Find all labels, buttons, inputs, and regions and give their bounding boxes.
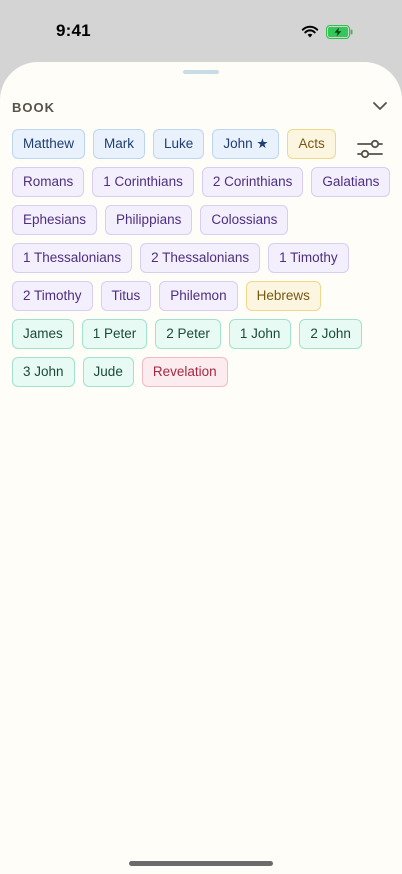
- book-chip[interactable]: Ephesians: [12, 205, 98, 235]
- book-chip[interactable]: Colossians: [200, 205, 289, 235]
- status-bar: 9:41: [0, 0, 402, 62]
- book-chip[interactable]: 2 Peter: [155, 319, 221, 349]
- book-chip[interactable]: James: [12, 319, 74, 349]
- book-chip[interactable]: Jude: [82, 357, 134, 387]
- book-chip[interactable]: 1 Corinthians: [92, 167, 194, 197]
- book-picker-sheet: BOOK Matthew Mark Luke John ★ Acts Romans 1 Co…: [0, 62, 402, 874]
- chip-row: Matthew Mark Luke John ★ Acts: [12, 129, 348, 159]
- chip-row: 3 John Jude Revelation: [12, 357, 348, 387]
- chip-row: 2 Timothy Titus Philemon Hebrews: [12, 281, 348, 311]
- chip-row: Romans 1 Corinthians 2 Corinthians Galatian…: [12, 167, 391, 197]
- book-chip[interactable]: 2 John: [299, 319, 362, 349]
- book-chip[interactable]: 1 Thessalonians: [12, 243, 133, 273]
- section-title: BOOK: [12, 100, 55, 115]
- book-chip[interactable]: Philemon: [159, 281, 238, 311]
- book-chip[interactable]: John ★: [212, 129, 280, 159]
- book-chip[interactable]: Romans: [12, 167, 85, 197]
- chevron-down-icon[interactable]: [372, 101, 388, 111]
- book-chip[interactable]: Hebrews: [245, 281, 321, 311]
- book-chip[interactable]: Titus: [100, 281, 152, 311]
- book-chip[interactable]: Revelation: [141, 357, 228, 387]
- sliders-icon[interactable]: [356, 138, 384, 160]
- book-chip[interactable]: Galatians: [311, 167, 391, 197]
- book-chip[interactable]: Philippians: [105, 205, 193, 235]
- chip-row: James 1 Peter 2 Peter 1 John 2 John: [12, 319, 362, 349]
- book-chip[interactable]: Matthew: [12, 129, 86, 159]
- book-chip[interactable]: Luke: [153, 129, 205, 159]
- status-time: 9:41: [56, 21, 91, 40]
- sheet-grabber[interactable]: [183, 70, 219, 74]
- chip-row: Ephesians Philippians Colossians: [12, 205, 348, 235]
- wifi-icon: [301, 25, 319, 38]
- book-chip[interactable]: 1 John: [228, 319, 292, 349]
- book-chip[interactable]: Mark: [93, 129, 146, 159]
- book-chip[interactable]: 3 John: [12, 357, 75, 387]
- book-chip[interactable]: 2 Corinthians: [201, 167, 304, 197]
- book-chip-grid: Matthew Mark Luke John ★ Acts Romans 1 Corinth…: [12, 129, 391, 395]
- book-chip[interactable]: 1 Peter: [81, 319, 148, 349]
- book-chip[interactable]: 1 Timothy: [268, 243, 349, 273]
- home-indicator: [129, 861, 273, 866]
- book-chip[interactable]: 2 Timothy: [12, 281, 93, 311]
- book-chip[interactable]: Acts: [287, 129, 336, 159]
- book-chip[interactable]: 2 Thessalonians: [140, 243, 261, 273]
- chip-row: 1 Thessalonians 2 Thessalonians 1 Timothy: [12, 243, 349, 273]
- battery-charging-icon: [326, 25, 353, 39]
